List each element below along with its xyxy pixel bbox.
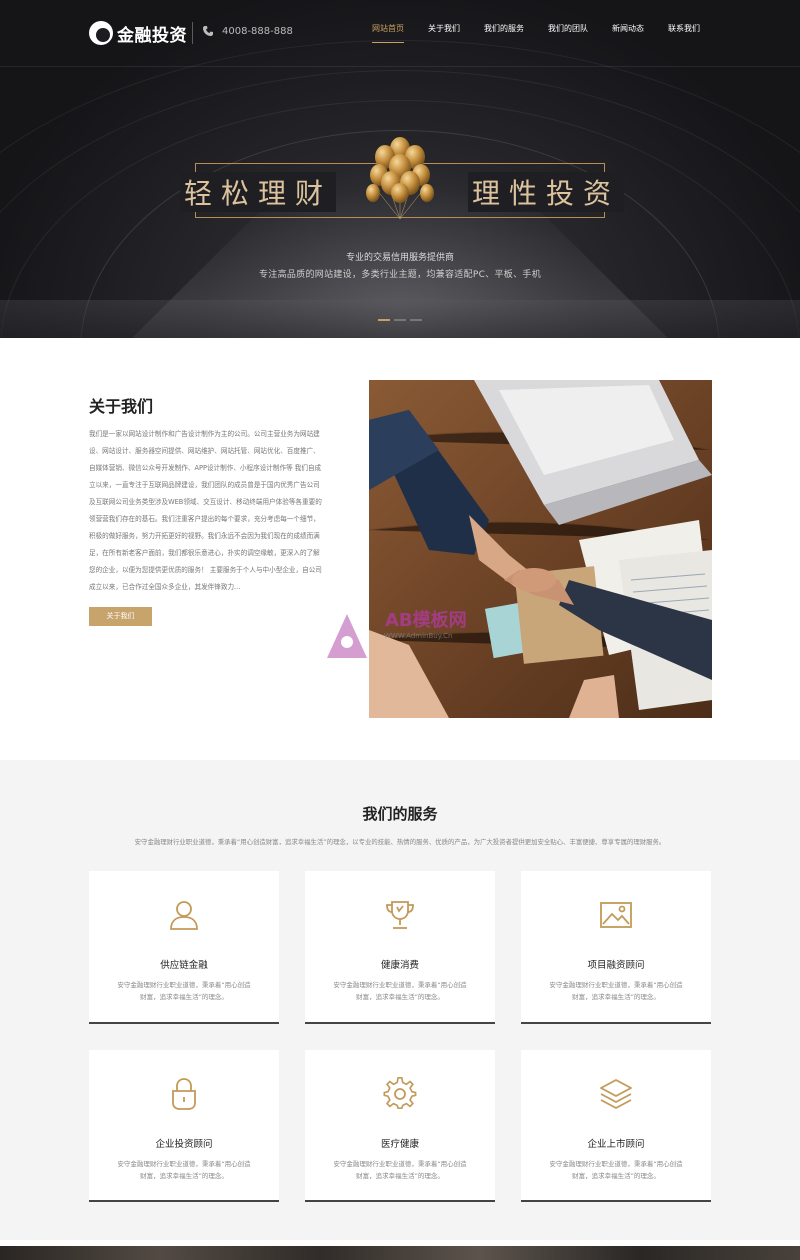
slider-dots bbox=[378, 319, 422, 321]
logo-icon bbox=[89, 21, 113, 45]
service-text: 安守金融理财行业职业道德，秉承着“用心创造财富，追求幸福生活”的理念。 bbox=[549, 1160, 683, 1180]
team-section-preview bbox=[0, 1246, 800, 1260]
service-card[interactable]: 供应链金融 安守金融理财行业职业道德，秉承着“用心创造财富，追求幸福生活”的理念… bbox=[89, 871, 279, 1024]
nav-item-about[interactable]: 关于我们 bbox=[416, 22, 472, 42]
service-card[interactable]: 医疗健康 安守金融理财行业职业道德，秉承着“用心创造财富，追求幸福生活”的理念。 bbox=[305, 1050, 495, 1202]
hero-headline-left: 轻松理财 bbox=[180, 172, 337, 212]
services-description: 安守金融理财行业职业道德，秉承着“用心创造财富，追求幸福生活”的理念，以专业的技… bbox=[134, 838, 666, 846]
header-phone: 4008-888-888 bbox=[202, 25, 293, 37]
lock-icon bbox=[172, 1078, 196, 1110]
about-text: 我们是一家以网站设计制作和广告设计制作为主的公司。公司主营业务为网站建设、网站设… bbox=[89, 430, 322, 591]
watermark-url: WWW.AdminBuy.Cn bbox=[384, 632, 453, 640]
about-title: 关于我们 bbox=[89, 397, 154, 416]
service-text: 安守金融理财行业职业道德，秉承着“用心创造财富，追求幸福生活”的理念。 bbox=[117, 1160, 251, 1180]
image-icon bbox=[600, 902, 632, 928]
trophy-icon bbox=[386, 901, 414, 929]
nav-item-news[interactable]: 新闻动态 bbox=[600, 22, 656, 42]
balloons-icon bbox=[366, 137, 434, 220]
service-name: 企业投资顾问 bbox=[155, 1139, 213, 1150]
service-text: 安守金融理财行业职业道德，秉承着“用心创造财富，追求幸福生活”的理念。 bbox=[333, 981, 467, 1001]
watermark-text: AB模板网 bbox=[385, 610, 467, 631]
handshake-photo bbox=[369, 380, 712, 718]
nav-item-team[interactable]: 我们的团队 bbox=[536, 22, 600, 42]
service-name: 医疗健康 bbox=[380, 1139, 419, 1150]
service-card[interactable]: 健康消费 安守金融理财行业职业道德，秉承着“用心创造财富，追求幸福生活”的理念。 bbox=[305, 871, 495, 1024]
service-name: 供应链金融 bbox=[160, 960, 208, 971]
slider-dot[interactable] bbox=[394, 319, 406, 321]
slider-dot[interactable] bbox=[410, 319, 422, 321]
logo-text: 金融投资 bbox=[117, 25, 187, 46]
slider-dot[interactable] bbox=[378, 319, 390, 321]
service-text: 安守金融理财行业职业道德，秉承着“用心创造财富，追求幸福生活”的理念。 bbox=[117, 981, 251, 1001]
logo-separator bbox=[192, 22, 193, 44]
user-icon bbox=[170, 901, 198, 930]
service-card[interactable]: 企业上市顾问 安守金融理财行业职业道德，秉承着“用心创造财富，追求幸福生活”的理… bbox=[521, 1050, 711, 1202]
nav-item-home[interactable]: 网站首页 bbox=[360, 22, 416, 43]
gear-icon bbox=[383, 1077, 417, 1110]
services-title: 我们的服务 bbox=[362, 805, 438, 823]
service-text: 安守金融理财行业职业道德，秉承着“用心创造财富，追求幸福生活”的理念。 bbox=[333, 1160, 467, 1180]
nav-item-services[interactable]: 我们的服务 bbox=[472, 22, 536, 42]
service-name: 项目融资顾问 bbox=[587, 960, 645, 971]
header-divider bbox=[0, 66, 800, 67]
service-card[interactable]: 项目融资顾问 安守金融理财行业职业道德，秉承着“用心创造财富，追求幸福生活”的理… bbox=[521, 871, 711, 1024]
nav-item-contact[interactable]: 联系我们 bbox=[656, 22, 712, 42]
service-card[interactable]: 企业投资顾问 安守金融理财行业职业道德，秉承着“用心创造财富，追求幸福生活”的理… bbox=[89, 1050, 279, 1202]
service-name: 健康消费 bbox=[380, 960, 419, 971]
about-more-button[interactable]: 关于我们 bbox=[89, 607, 152, 626]
layers-icon bbox=[600, 1079, 632, 1109]
service-name: 企业上市顾问 bbox=[587, 1139, 645, 1150]
service-text: 安守金融理财行业职业道德，秉承着“用心创造财富，追求幸福生活”的理念。 bbox=[549, 981, 683, 1001]
main-nav: 网站首页 关于我们 我们的服务 我们的团队 新闻动态 联系我们 bbox=[360, 22, 712, 43]
hero-subtitle: 专业的交易信用服务提供商 bbox=[345, 253, 454, 263]
hero-headline-right: 理性投资 bbox=[468, 172, 625, 212]
phone-number: 4008-888-888 bbox=[222, 25, 293, 37]
logo[interactable]: 金融投资 bbox=[89, 18, 187, 48]
phone-icon bbox=[203, 26, 213, 36]
hero-banner: 金融投资 4008-888-888 网站首页 关于我们 我们的服务 我们的团队 … bbox=[0, 0, 800, 338]
hero-description: 专注高品质的网站建设，多类行业主题，均兼容适配PC、平板、手机 bbox=[258, 270, 541, 280]
